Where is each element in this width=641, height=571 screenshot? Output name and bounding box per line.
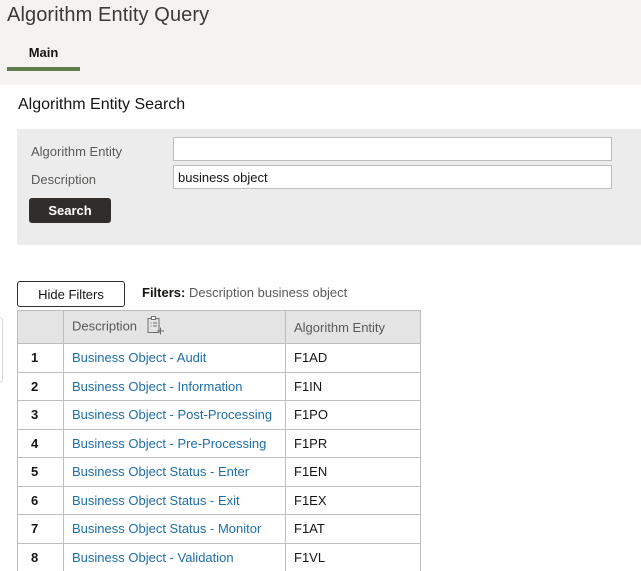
row-number: 2 xyxy=(17,371,64,401)
tab-main-label: Main xyxy=(28,45,59,60)
active-tab-indicator xyxy=(7,67,80,71)
algorithm-entity-header[interactable]: Algorithm Entity xyxy=(285,310,421,344)
description-label: Description xyxy=(31,172,97,187)
description-cell: Business Object - Pre-Processing xyxy=(63,428,286,458)
table-row: 8 Business Object - Validation F1VL xyxy=(17,542,421,571)
table-row: 6 Business Object Status - Exit F1EX xyxy=(17,485,421,515)
description-cell: Business Object - Post-Processing xyxy=(63,400,286,430)
description-header-label: Description xyxy=(72,318,138,334)
description-link[interactable]: Business Object Status - Exit xyxy=(72,493,240,508)
algorithm-entity-cell: F1AT xyxy=(285,514,421,544)
filters-value: Description business object xyxy=(188,285,348,300)
algorithm-entity-cell: F1PR xyxy=(285,428,421,458)
description-link[interactable]: Business Object Status - Enter xyxy=(72,464,249,479)
description-cell: Business Object Status - Enter xyxy=(63,457,286,487)
description-link[interactable]: Business Object - Pre-Processing xyxy=(72,436,266,451)
description-cell: Business Object Status - Exit xyxy=(63,485,286,515)
side-panel-handle[interactable] xyxy=(0,317,3,383)
row-number: 3 xyxy=(17,400,64,430)
tab-main[interactable]: Main xyxy=(7,38,80,71)
description-cell: Business Object - Audit xyxy=(63,343,286,373)
row-number: 5 xyxy=(17,457,64,487)
row-number-header xyxy=(17,310,64,344)
row-number: 8 xyxy=(17,542,64,571)
page-header: Algorithm Entity Query Main xyxy=(0,0,641,85)
clipboard-list-add-icon[interactable] xyxy=(145,315,165,335)
algorithm-entity-cell: F1PO xyxy=(285,400,421,430)
row-number: 4 xyxy=(17,428,64,458)
description-cell: Business Object Status - Monitor xyxy=(63,514,286,544)
filters-prefix: Filters: xyxy=(142,285,186,300)
algorithm-entity-cell: F1IN xyxy=(285,371,421,401)
row-number: 6 xyxy=(17,485,64,515)
table-row: 4 Business Object - Pre-Processing F1PR xyxy=(17,428,421,458)
description-link[interactable]: Business Object - Audit xyxy=(72,350,206,365)
hide-filters-button[interactable]: Hide Filters xyxy=(17,281,125,307)
results-table: Description Algorithm Entity 1 Business … xyxy=(17,310,421,571)
table-row: 1 Business Object - Audit F1AD xyxy=(17,343,421,373)
algorithm-entity-cell: F1VL xyxy=(285,542,421,571)
section-title: Algorithm Entity Search xyxy=(18,96,186,113)
description-link[interactable]: Business Object - Information xyxy=(72,379,243,394)
table-row: 2 Business Object - Information F1IN xyxy=(17,371,421,401)
algorithm-entity-label: Algorithm Entity xyxy=(31,144,123,159)
search-panel: Algorithm Entity Description Search xyxy=(17,129,641,245)
description-header[interactable]: Description xyxy=(63,310,286,344)
table-header-row: Description Algorithm Entity xyxy=(17,310,421,344)
description-cell: Business Object - Validation xyxy=(63,542,286,571)
filters-summary: Filters: Description business object xyxy=(142,285,347,300)
description-link[interactable]: Business Object - Post-Processing xyxy=(72,407,272,422)
table-row: 3 Business Object - Post-Processing F1PO xyxy=(17,400,421,430)
row-number: 1 xyxy=(17,343,64,373)
description-link[interactable]: Business Object - Validation xyxy=(72,550,234,565)
algorithm-entity-cell: F1AD xyxy=(285,343,421,373)
description-cell: Business Object - Information xyxy=(63,371,286,401)
table-row: 5 Business Object Status - Enter F1EN xyxy=(17,457,421,487)
description-link[interactable]: Business Object Status - Monitor xyxy=(72,521,261,536)
row-number: 7 xyxy=(17,514,64,544)
search-button[interactable]: Search xyxy=(29,198,111,223)
table-row: 7 Business Object Status - Monitor F1AT xyxy=(17,514,421,544)
description-input[interactable] xyxy=(173,165,612,189)
page-title: Algorithm Entity Query xyxy=(7,4,210,26)
algorithm-entity-cell: F1EX xyxy=(285,485,421,515)
algorithm-entity-input[interactable] xyxy=(173,137,612,161)
algorithm-entity-cell: F1EN xyxy=(285,457,421,487)
